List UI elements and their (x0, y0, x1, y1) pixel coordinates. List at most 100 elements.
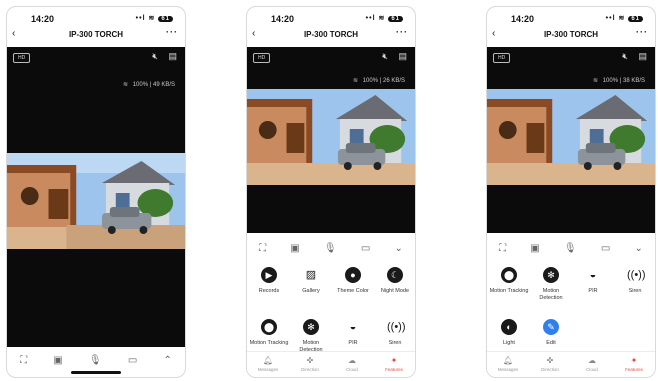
theme-color-button[interactable]: ● Theme Color (333, 267, 373, 295)
cloud-icon: ☁ (348, 356, 356, 365)
tab-cloud[interactable]: ☁ Cloud (334, 352, 370, 377)
back-icon[interactable]: ‹ (252, 28, 255, 39)
tile-view-icon[interactable]: ▤ (168, 51, 177, 61)
status-icons: ••l ≋ 61 (136, 14, 173, 22)
running-person-icon: ✻ (543, 267, 559, 283)
motion-tracking-button[interactable]: ⬤ Motion Tracking (249, 319, 289, 347)
wifi-icon: ≋ (618, 15, 626, 22)
gallery-button[interactable]: ▨ Gallery (291, 267, 331, 295)
tab-direction[interactable]: ✜ Direction (532, 352, 568, 377)
tab-direction[interactable]: ✜ Direction (292, 352, 328, 377)
tab-messages[interactable]: 🔔︎ Messages (490, 352, 526, 377)
tab-cloud[interactable]: ☁ Cloud (574, 352, 610, 377)
night-mode-button[interactable]: ☾ Night Mode (375, 267, 415, 295)
record-icon[interactable]: ▭ (601, 243, 610, 254)
running-person-icon: ✻ (303, 319, 319, 335)
phone-features-view: 14:20 ••l ≋ 61 ‹ IP-300 TORCH ··· HD 🔇︎ … (246, 6, 416, 378)
features-panel: ⬤ Motion Tracking ✻ Motion Detection ◒ P… (487, 261, 655, 353)
light-icon: ◐ (501, 319, 517, 335)
motion-detection-button[interactable]: ✻ Motion Detection (291, 319, 331, 354)
microphone-icon[interactable]: 🎙︎ (89, 355, 102, 366)
tile-view-icon[interactable]: ▤ (398, 51, 407, 61)
video-stream[interactable]: HD 🔇︎ ▤ ≋ 100% | 49 KB/S (7, 47, 185, 347)
camera-image (487, 89, 655, 185)
screenshot-icon[interactable]: ▣ (290, 243, 299, 254)
microphone-icon[interactable]: 🎙︎ (564, 243, 577, 254)
stream-controls: 🔇︎ ▤ (614, 51, 647, 62)
tab-messages[interactable]: 🔔︎ Messages (250, 352, 286, 377)
battery-icon: 61 (158, 16, 173, 22)
moon-icon: ☾ (387, 267, 403, 283)
siren-button[interactable]: ((•)) Siren (375, 319, 415, 347)
expand-icon[interactable]: ⌄ (634, 243, 642, 254)
expand-icon[interactable]: ⌄ (394, 243, 402, 254)
pir-button[interactable]: ◒ PIR (333, 319, 373, 347)
video-stream[interactable]: HD 🔇︎ ▤ ≋ 100% | 26 KB/S (247, 47, 415, 233)
bitrate-value: 26 KB/S (382, 78, 405, 84)
motion-detection-button[interactable]: ✻ Motion Detection (531, 267, 571, 302)
phone-features-view-scrolled: 14:20 ••l ≋ 61 ‹ IP-300 TORCH ··· HD 🔇︎ … (486, 6, 656, 378)
tab-features[interactable]: ✦ Features (376, 352, 412, 377)
stream-rate: ≋ 100% | 38 KB/S (593, 78, 645, 84)
more-icon[interactable]: ··· (396, 27, 408, 37)
pir-button[interactable]: ◒ PIR (573, 267, 613, 295)
wifi-icon: ≋ (148, 15, 156, 22)
status-icons: ••l ≋ 61 (366, 14, 403, 22)
microphone-icon[interactable]: 🎙︎ (324, 243, 337, 254)
siren-button[interactable]: ((•)) Siren (615, 267, 655, 295)
bell-icon: 🔔︎ (502, 356, 514, 365)
more-icon[interactable]: ··· (636, 27, 648, 37)
more-icon[interactable]: ··· (166, 27, 178, 37)
tab-features[interactable]: ✦ Features (616, 352, 652, 377)
fullscreen-icon[interactable]: ⛶ (259, 243, 266, 254)
wifi-icon: ≋ (123, 82, 129, 88)
hd-badge[interactable]: HD (13, 53, 31, 63)
quality-value: 100% (132, 82, 149, 88)
tile-view-icon[interactable]: ▤ (638, 51, 647, 61)
features-icon: ✦ (630, 356, 638, 365)
bell-icon: 🔔︎ (262, 356, 274, 365)
bottom-tab-bar: 🔔︎ Messages ✜ Direction ☁ Cloud ✦ Featur… (487, 351, 655, 377)
palette-icon: ● (345, 267, 361, 283)
stream-rate: ≋ 100% | 49 KB/S (123, 82, 175, 88)
control-toolbar: ⛶ ▣ 🎙︎ ▭ ⌃ (7, 349, 185, 371)
features-icon: ✦ (390, 356, 398, 365)
pir-sensor-icon: ◒ (589, 269, 597, 281)
stream-controls: 🔇︎ ▤ (144, 51, 177, 62)
light-button[interactable]: ◐ Light (489, 319, 529, 347)
quality-value: 100% (602, 78, 619, 84)
records-button[interactable]: ▶ Records (249, 267, 289, 295)
motion-tracking-button[interactable]: ⬤ Motion Tracking (489, 267, 529, 295)
hd-badge[interactable]: HD (493, 53, 511, 63)
speaker-muted-icon[interactable]: 🔇︎ (382, 51, 388, 61)
status-time: 14:20 (271, 14, 295, 24)
bottom-tab-bar: 🔔︎ Messages ✜ Direction ☁ Cloud ✦ Featur… (247, 351, 415, 377)
screenshot-icon[interactable]: ▣ (53, 355, 62, 366)
record-icon[interactable]: ▭ (361, 243, 370, 254)
play-icon: ▶ (261, 267, 277, 283)
speaker-muted-icon[interactable]: 🔇︎ (622, 51, 628, 61)
direction-pad-icon: ✜ (306, 356, 314, 365)
edit-button[interactable]: ✎ Edit (531, 319, 571, 347)
video-stream[interactable]: HD 🔇︎ ▤ ≋ 100% | 38 KB/S (487, 47, 655, 233)
speaker-muted-icon[interactable]: 🔇︎ (152, 51, 158, 61)
direction-pad-icon: ✜ (546, 356, 554, 365)
camera-image (7, 153, 185, 249)
cloud-icon: ☁ (588, 356, 596, 365)
siren-icon: ((•)) (627, 269, 646, 281)
screenshot-icon[interactable]: ▣ (530, 243, 539, 254)
status-bar: 14:20 ••l ≋ 61 (247, 7, 415, 27)
back-icon[interactable]: ‹ (492, 28, 495, 39)
hd-badge[interactable]: HD (253, 53, 271, 63)
bitrate-value: 38 KB/S (622, 78, 645, 84)
status-bar: 14:20 ••l ≋ 61 (7, 7, 185, 27)
expand-icon[interactable]: ⌃ (163, 355, 171, 366)
fullscreen-icon[interactable]: ⛶ (20, 355, 27, 366)
record-icon[interactable]: ▭ (128, 355, 137, 366)
location-pin-icon: ⬤ (501, 267, 517, 283)
fullscreen-icon[interactable]: ⛶ (499, 243, 506, 254)
phone-live-view: 14:20 ••l ≋ 61 ‹ IP-300 TORCH ··· HD 🔇︎ … (6, 6, 186, 378)
page-title: IP-300 TORCH (543, 30, 599, 39)
quality-value: 100% (362, 78, 379, 84)
back-icon[interactable]: ‹ (12, 28, 15, 39)
